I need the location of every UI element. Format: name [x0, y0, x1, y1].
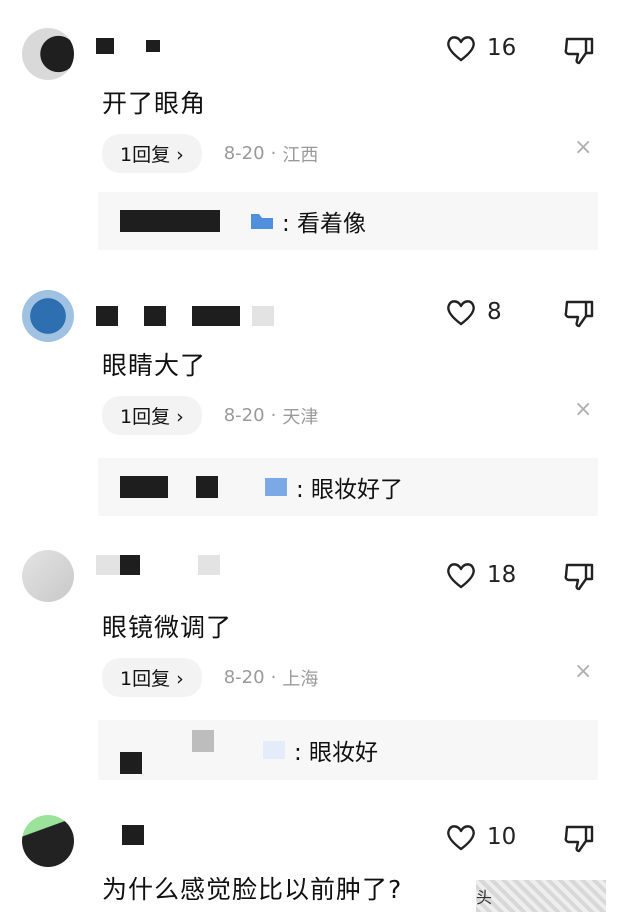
username-redacted[interactable]: [96, 825, 144, 845]
comment-date: 8-20: [223, 405, 265, 426]
folder-icon: [251, 214, 273, 229]
comment-meta: 1回复 › 8-20 · 江西: [102, 134, 318, 173]
sub-reply[interactable]: : 眼妆好: [98, 720, 598, 780]
close-icon[interactable]: ×: [574, 659, 592, 684]
sub-reply-text: : 看着像: [282, 211, 367, 237]
dislike-icon[interactable]: [562, 298, 596, 328]
comment-location: 上海: [282, 668, 319, 690]
comment-text: 开了眼角: [102, 89, 207, 118]
reply-button[interactable]: 1回复 ›: [102, 134, 202, 173]
comment-date: 8-20: [223, 143, 265, 164]
username-redacted[interactable]: [96, 306, 274, 326]
watermark-text: 头: [476, 888, 493, 907]
separator: ·: [270, 405, 277, 426]
watermark: [476, 880, 606, 912]
like-button[interactable]: 16: [445, 33, 516, 63]
sub-reply[interactable]: : 眼妆好了: [98, 458, 598, 516]
like-button[interactable]: 18: [445, 560, 516, 590]
reply-button[interactable]: 1回复 ›: [102, 396, 202, 435]
avatar[interactable]: [22, 550, 74, 602]
image-icon: [263, 741, 285, 759]
close-icon[interactable]: ×: [574, 397, 592, 422]
avatar[interactable]: [22, 290, 74, 342]
avatar[interactable]: [22, 28, 74, 80]
heart-icon: [447, 300, 475, 326]
comment-meta: 1回复 › 8-20 · 天津: [102, 396, 318, 435]
heart-icon: [447, 563, 475, 589]
close-icon[interactable]: ×: [574, 135, 592, 160]
comment-text: 为什么感觉脸比以前肿了?: [102, 875, 403, 904]
comment-location: 天津: [282, 406, 319, 428]
dislike-icon[interactable]: [562, 35, 596, 65]
comment-location: 江西: [282, 144, 319, 166]
dislike-icon[interactable]: [562, 823, 596, 853]
image-icon: [265, 478, 287, 496]
username-redacted[interactable]: [96, 38, 160, 54]
comment-date: 8-20: [223, 667, 265, 688]
dislike-icon[interactable]: [562, 561, 596, 591]
like-count: 10: [487, 824, 517, 850]
heart-icon: [447, 36, 475, 62]
comment-text: 眼镜微调了: [102, 613, 233, 642]
sub-reply-text: : 眼妆好了: [296, 477, 404, 503]
like-button[interactable]: 8: [445, 297, 502, 327]
comment-text: 眼睛大了: [102, 351, 207, 380]
like-count: 16: [487, 35, 517, 61]
like-count: 18: [487, 562, 517, 588]
separator: ·: [270, 667, 277, 688]
sub-reply-text: : 眼妆好: [294, 740, 379, 766]
username-redacted[interactable]: [96, 555, 220, 575]
like-button[interactable]: 10: [445, 822, 516, 852]
reply-button[interactable]: 1回复 ›: [102, 658, 202, 697]
comment-meta: 1回复 › 8-20 · 上海: [102, 658, 318, 697]
separator: ·: [270, 143, 277, 164]
like-count: 8: [487, 299, 502, 325]
avatar[interactable]: [22, 815, 74, 867]
sub-reply[interactable]: : 看着像: [98, 192, 598, 250]
heart-icon: [447, 825, 475, 851]
